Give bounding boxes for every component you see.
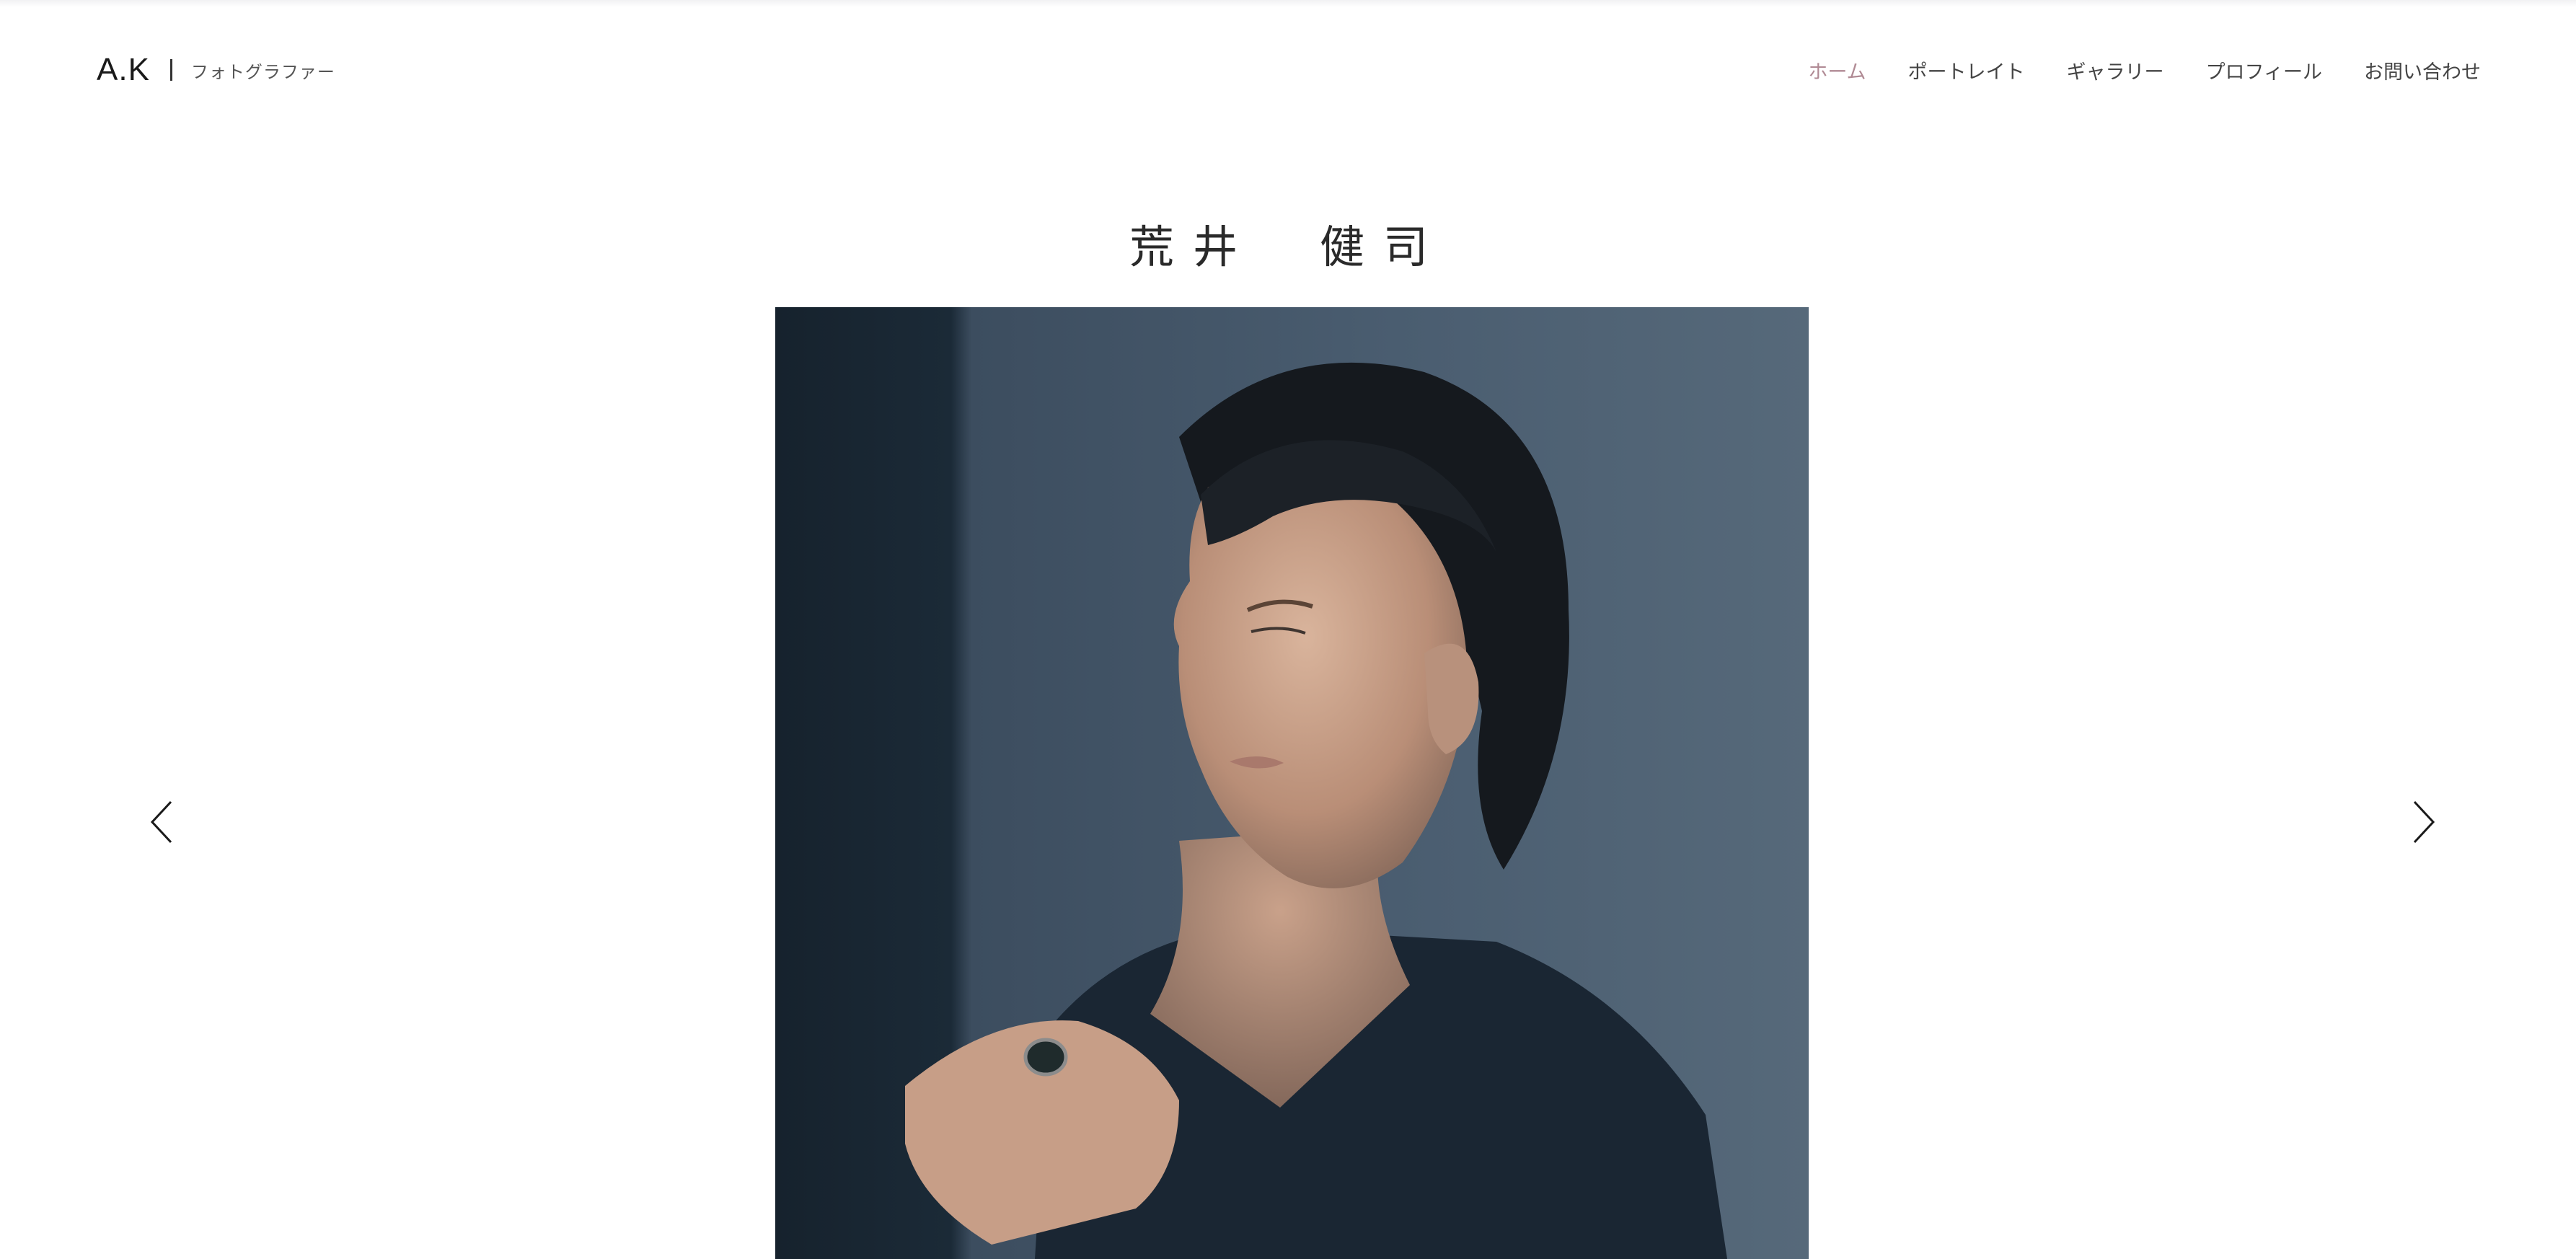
nav-item-portrait[interactable]: ポートレイト <box>1908 56 2025 84</box>
brand-divider <box>169 59 172 81</box>
portrait-photo <box>775 307 1809 1259</box>
slider-next-button[interactable] <box>2409 800 2438 844</box>
nav-item-contact[interactable]: お問い合わせ <box>2364 56 2481 84</box>
slider-prev-button[interactable] <box>148 800 177 844</box>
nav-item-gallery[interactable]: ギャラリー <box>2067 56 2164 84</box>
page-title: 荒井 健司 <box>1129 220 1447 273</box>
nav-item-home[interactable]: ホーム <box>1808 56 1866 84</box>
main-nav: ホーム ポートレイト ギャラリー プロフィール お問い合わせ <box>1766 52 2481 88</box>
chevron-left-icon <box>150 800 172 844</box>
nav-item-profile[interactable]: プロフィール <box>2206 56 2322 84</box>
site-tagline: フォトグラファー <box>190 61 335 82</box>
page: A.K フォトグラファー ホーム ポートレイト ギャラリー プロフィール お問い… <box>0 0 2576 1259</box>
hero-photo <box>775 307 1809 1259</box>
site-logo[interactable]: A.K <box>97 52 150 88</box>
site-header: A.K フォトグラファー ホーム ポートレイト ギャラリー プロフィール お問い… <box>0 0 2576 140</box>
chevron-right-icon <box>2413 800 2435 844</box>
brand[interactable]: A.K フォトグラファー <box>97 52 335 88</box>
